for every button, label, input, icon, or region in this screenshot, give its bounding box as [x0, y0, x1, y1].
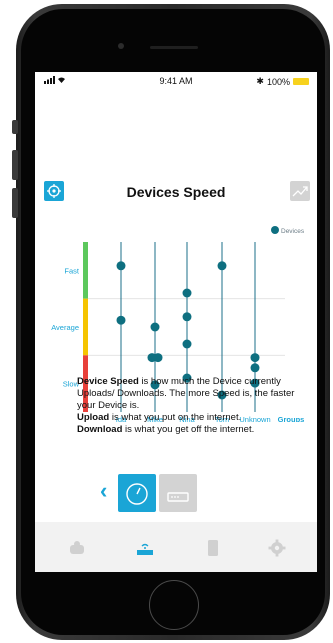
legend-label: Devices — [281, 228, 305, 235]
phone-tab-icon[interactable] — [203, 538, 223, 558]
home-button[interactable] — [149, 580, 199, 630]
volume-down-button — [12, 188, 18, 218]
bluetooth-icon: ✱ — [256, 76, 264, 86]
page-title: Devices Speed — [126, 184, 226, 200]
front-camera — [118, 43, 124, 49]
earpiece-speaker — [150, 46, 198, 49]
speedometer-icon — [126, 483, 148, 505]
device-point — [182, 312, 192, 322]
speed-view-button[interactable] — [118, 474, 156, 512]
device-point — [250, 363, 260, 373]
device-point — [217, 261, 227, 271]
router-view-button[interactable] — [159, 474, 197, 512]
speed-level-bar-average — [83, 298, 88, 356]
status-bar: 9:41 AM ✱ 100% — [35, 72, 317, 90]
volume-up-button — [12, 150, 18, 180]
y-tick-label: Average — [51, 323, 79, 332]
device-point — [153, 353, 163, 363]
device-point — [116, 315, 126, 325]
app-screen: 9:41 AM ✱ 100% Devices Speed Fast Average… — [35, 72, 317, 572]
mute-switch — [12, 120, 18, 134]
device-point — [116, 261, 126, 271]
battery-percent: 100% — [266, 76, 290, 87]
tab-bar — [35, 522, 317, 572]
router-tab-icon[interactable] — [135, 538, 155, 558]
speed-level-bar-fast — [83, 242, 88, 299]
device-point — [250, 353, 260, 363]
view-selector: ‹ — [35, 474, 317, 514]
settings-gear-icon[interactable] — [267, 538, 287, 558]
device-point — [150, 322, 160, 332]
router-icon — [167, 492, 189, 502]
y-tick-label: Fast — [64, 266, 80, 275]
battery-icon — [293, 78, 309, 85]
legend-marker — [271, 226, 279, 234]
speed-description: Device Speed is how much the Device curr… — [77, 376, 295, 435]
device-point — [182, 339, 192, 349]
devices-tab-icon[interactable] — [67, 538, 87, 558]
trend-chart-icon[interactable] — [290, 181, 310, 201]
device-point — [182, 288, 192, 298]
chevron-left-icon[interactable]: ‹ — [100, 478, 107, 504]
